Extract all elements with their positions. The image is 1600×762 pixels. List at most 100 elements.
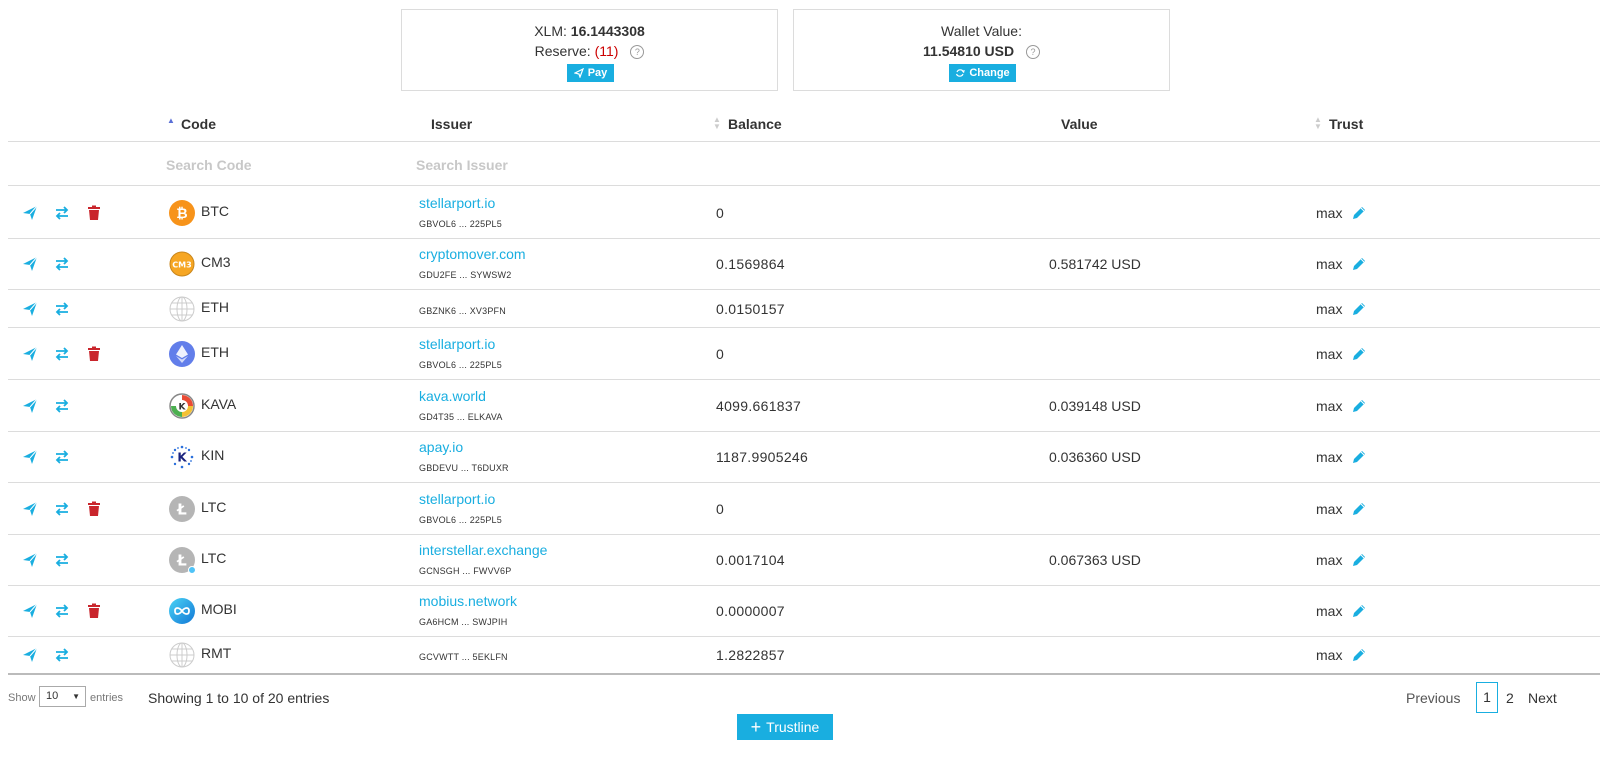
swap-icon[interactable]: [53, 448, 71, 466]
issuer-link[interactable]: stellarport.io: [419, 336, 495, 352]
swap-icon[interactable]: [53, 551, 71, 569]
asset-code: KAVA: [201, 395, 237, 412]
issuer-key: GCVWTT ... 5EKLFN: [419, 652, 508, 662]
trust-limit: max: [1316, 397, 1343, 414]
svg-text:Ł: Ł: [176, 551, 187, 569]
send-icon[interactable]: [21, 255, 39, 273]
svg-text:K: K: [179, 402, 187, 412]
trash-icon[interactable]: [85, 204, 103, 222]
edit-pencil-icon[interactable]: [1350, 345, 1368, 363]
showing-entries-text: Showing 1 to 10 of 20 entries: [148, 690, 330, 706]
pay-button[interactable]: Pay: [567, 64, 614, 82]
issuer-link[interactable]: kava.world: [419, 388, 486, 404]
edit-pencil-icon[interactable]: [1350, 397, 1368, 415]
pay-label: Pay: [587, 67, 608, 79]
send-icon[interactable]: [21, 448, 39, 466]
issuer-key: GBZNK6 ... XV3PFN: [419, 305, 506, 316]
help-icon[interactable]: ?: [630, 45, 645, 59]
edit-pencil-icon[interactable]: [1350, 551, 1368, 569]
swap-icon[interactable]: [53, 204, 71, 222]
edit-pencil-icon[interactable]: [1350, 602, 1368, 620]
wallet-value: 11.54810 USD: [923, 43, 1015, 59]
wallet-value-line: 11.54810 USD ?: [794, 41, 1169, 61]
caret-down-icon: ▼: [72, 692, 80, 701]
trash-icon[interactable]: [85, 500, 103, 518]
value-cell: 0.581742 USD: [1049, 255, 1141, 272]
reserve-label: Reserve:: [534, 43, 591, 59]
table-row: ETH GBZNK6 ... XV3PFN 0.0150157 max: [8, 290, 1600, 327]
edit-pencil-icon[interactable]: [1350, 300, 1368, 318]
search-code-input[interactable]: [166, 157, 366, 173]
trust-limit: max: [1316, 255, 1343, 272]
table-row: ETH stellarport.io GBVOL6 ... 225PL5 0 max: [8, 328, 1600, 379]
issuer-link[interactable]: apay.io: [419, 439, 463, 455]
page-size-select[interactable]: 10 ▼: [39, 686, 86, 707]
svg-text:Ł: Ł: [176, 500, 187, 518]
plus-icon: +: [750, 717, 762, 737]
swap-icon[interactable]: [53, 345, 71, 363]
trustline-label: Trustline: [766, 719, 820, 735]
send-icon[interactable]: [21, 602, 39, 620]
issuer-key: GDU2FE ... SYWSW2: [419, 269, 512, 280]
table-row: K KIN apay.io GBDEVU ... T6DUXR 1187.9905246…: [8, 431, 1600, 482]
edit-pencil-icon[interactable]: [1350, 448, 1368, 466]
edit-pencil-icon[interactable]: [1350, 500, 1368, 518]
table-row: ₿ BTC stellarport.io GBVOL6 ... 225PL5 0 max: [8, 187, 1600, 238]
send-icon[interactable]: [21, 397, 39, 415]
send-icon[interactable]: [21, 646, 39, 664]
asset-code: BTC: [201, 202, 229, 219]
reserve-line: Reserve: (11) ?: [402, 41, 777, 61]
globe-icon: [169, 642, 195, 668]
column-header-trust[interactable]: Trust: [1329, 116, 1363, 132]
edit-pencil-icon[interactable]: [1350, 204, 1368, 222]
issuer-link[interactable]: mobius.network: [419, 593, 517, 609]
page-1-label: 1: [1483, 689, 1491, 705]
swap-icon[interactable]: [53, 646, 71, 664]
send-icon[interactable]: [21, 500, 39, 518]
send-icon[interactable]: [21, 300, 39, 318]
issuer-key: GBVOL6 ... 225PL5: [419, 218, 502, 229]
trust-limit: max: [1316, 448, 1343, 465]
send-icon[interactable]: [21, 345, 39, 363]
issuer-key: GD4T35 ... ELKAVA: [419, 411, 503, 422]
issuer-link[interactable]: stellarport.io: [419, 491, 495, 507]
previous-page-button[interactable]: Previous: [1406, 690, 1460, 706]
swap-icon[interactable]: [53, 300, 71, 318]
trash-icon[interactable]: [85, 345, 103, 363]
next-page-button[interactable]: Next: [1528, 690, 1557, 706]
send-icon[interactable]: [21, 551, 39, 569]
balance-cell: 0.0150157: [716, 300, 785, 317]
issuer-link[interactable]: stellarport.io: [419, 195, 495, 211]
sort-both-icon[interactable]: ▲ ▼: [1314, 116, 1322, 131]
column-header-value: Value: [1061, 116, 1098, 132]
swap-icon[interactable]: [53, 255, 71, 273]
issuer-link[interactable]: interstellar.exchange: [419, 542, 547, 558]
page-2-button[interactable]: 2: [1506, 690, 1514, 706]
issuer-link[interactable]: cryptomover.com: [419, 246, 526, 262]
value-cell: 0.039148 USD: [1049, 397, 1141, 414]
sort-asc-icon[interactable]: ▲: [167, 117, 175, 125]
edit-pencil-icon[interactable]: [1350, 646, 1368, 664]
column-header-balance[interactable]: Balance: [728, 116, 782, 132]
page-size-value: 10: [46, 690, 59, 702]
trash-icon[interactable]: [85, 602, 103, 620]
asset-code: LTC: [201, 549, 227, 566]
swap-icon[interactable]: [53, 500, 71, 518]
column-header-code[interactable]: Code: [181, 116, 216, 132]
search-issuer-input[interactable]: [416, 157, 616, 173]
swap-icon[interactable]: [53, 602, 71, 620]
asset-code: MOBI: [201, 601, 237, 617]
reserve-value[interactable]: (11): [595, 43, 619, 59]
sort-both-icon[interactable]: ▲ ▼: [713, 116, 721, 131]
edit-pencil-icon[interactable]: [1350, 255, 1368, 273]
change-currency-button[interactable]: Change: [949, 64, 1016, 82]
page-1-button[interactable]: 1: [1476, 682, 1498, 713]
xlm-balance-card: XLM: 16.1443308 Reserve: (11) ? Pay: [401, 9, 778, 91]
add-trustline-button[interactable]: + Trustline: [737, 714, 833, 740]
send-icon[interactable]: [21, 204, 39, 222]
help-icon[interactable]: ?: [1025, 45, 1040, 59]
swap-icon[interactable]: [53, 397, 71, 415]
balance-cell: 0: [716, 204, 725, 221]
table-row: MOBI mobius.network GA6HCM ... SWJPIH 0.000…: [8, 586, 1600, 636]
kava-icon: K: [169, 392, 195, 419]
